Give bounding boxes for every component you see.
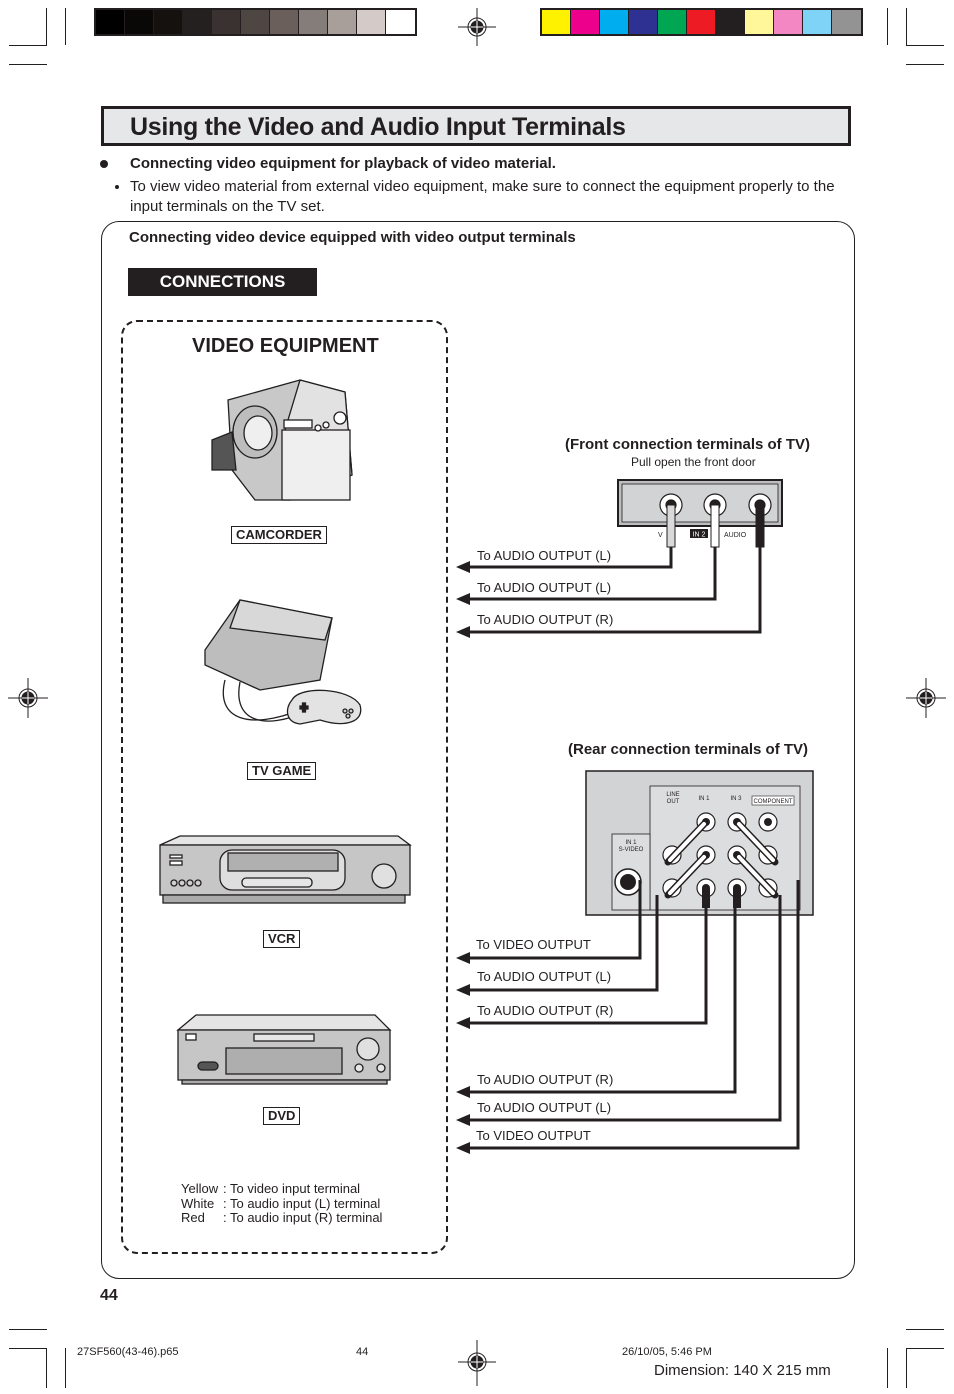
front-in2-label: IN 2 — [693, 532, 706, 539]
front-cable-label: To AUDIO OUTPUT (L) — [477, 580, 612, 595]
rear-in1-cable-label: To AUDIO OUTPUT (L) — [477, 969, 612, 984]
component-label: COMPONENT — [754, 799, 793, 805]
svg-text:LINE: LINE — [666, 792, 679, 798]
svg-text:IN 1: IN 1 — [625, 840, 637, 846]
file-name: 27SF560(43-46).p65 — [77, 1346, 179, 1358]
rear-in3-cable-label: To AUDIO OUTPUT (R) — [477, 1072, 614, 1087]
page-ref: 44 — [356, 1346, 369, 1358]
front-audio-label: AUDIO — [724, 532, 747, 539]
front-cable-arrows — [456, 561, 470, 638]
svg-text:OUT: OUT — [667, 799, 680, 805]
rear-in1-cable-label: To AUDIO OUTPUT (R) — [477, 1003, 614, 1018]
rear-in3-cable-label: To VIDEO OUTPUT — [476, 1128, 591, 1143]
front-terminal-panel: IN 2 V AUDIO — [617, 479, 783, 548]
cable-color-legend: Yellow: To video input terminal White: T… — [181, 1181, 383, 1226]
timestamp: 26/10/05, 5:46 PM — [622, 1346, 712, 1358]
rear-terminal-panel: COMPONENT LINE OUT IN 1 IN 3 IN 1 S-VIDE… — [585, 770, 814, 916]
front-cable-label: To AUDIO OUTPUT (L) — [477, 548, 612, 563]
rear-in3-label: IN 3 — [730, 796, 742, 802]
rear-in1-cable-label: To VIDEO OUTPUT — [476, 937, 591, 952]
rear-in3-cable-label: To AUDIO OUTPUT (L) — [477, 1100, 612, 1115]
front-video-label: V — [658, 532, 663, 539]
legend-row: White: To audio input (L) terminal — [181, 1195, 381, 1211]
legend-row: Yellow: To video input terminal — [181, 1181, 361, 1196]
rear-in1-label: IN 1 — [698, 796, 710, 802]
front-cable-label: To AUDIO OUTPUT (R) — [477, 612, 614, 627]
svg-text:S-VIDEO: S-VIDEO — [619, 847, 644, 853]
connection-diagram: IN 2 V AUDIO COMPONENT LINE OUT IN 1 IN … — [456, 479, 814, 1154]
legend-row: Red: To audio input (R) terminal — [181, 1210, 383, 1225]
page-number: 44 — [100, 1287, 118, 1304]
dimension-note: Dimension: 140 X 215 mm — [654, 1362, 831, 1379]
